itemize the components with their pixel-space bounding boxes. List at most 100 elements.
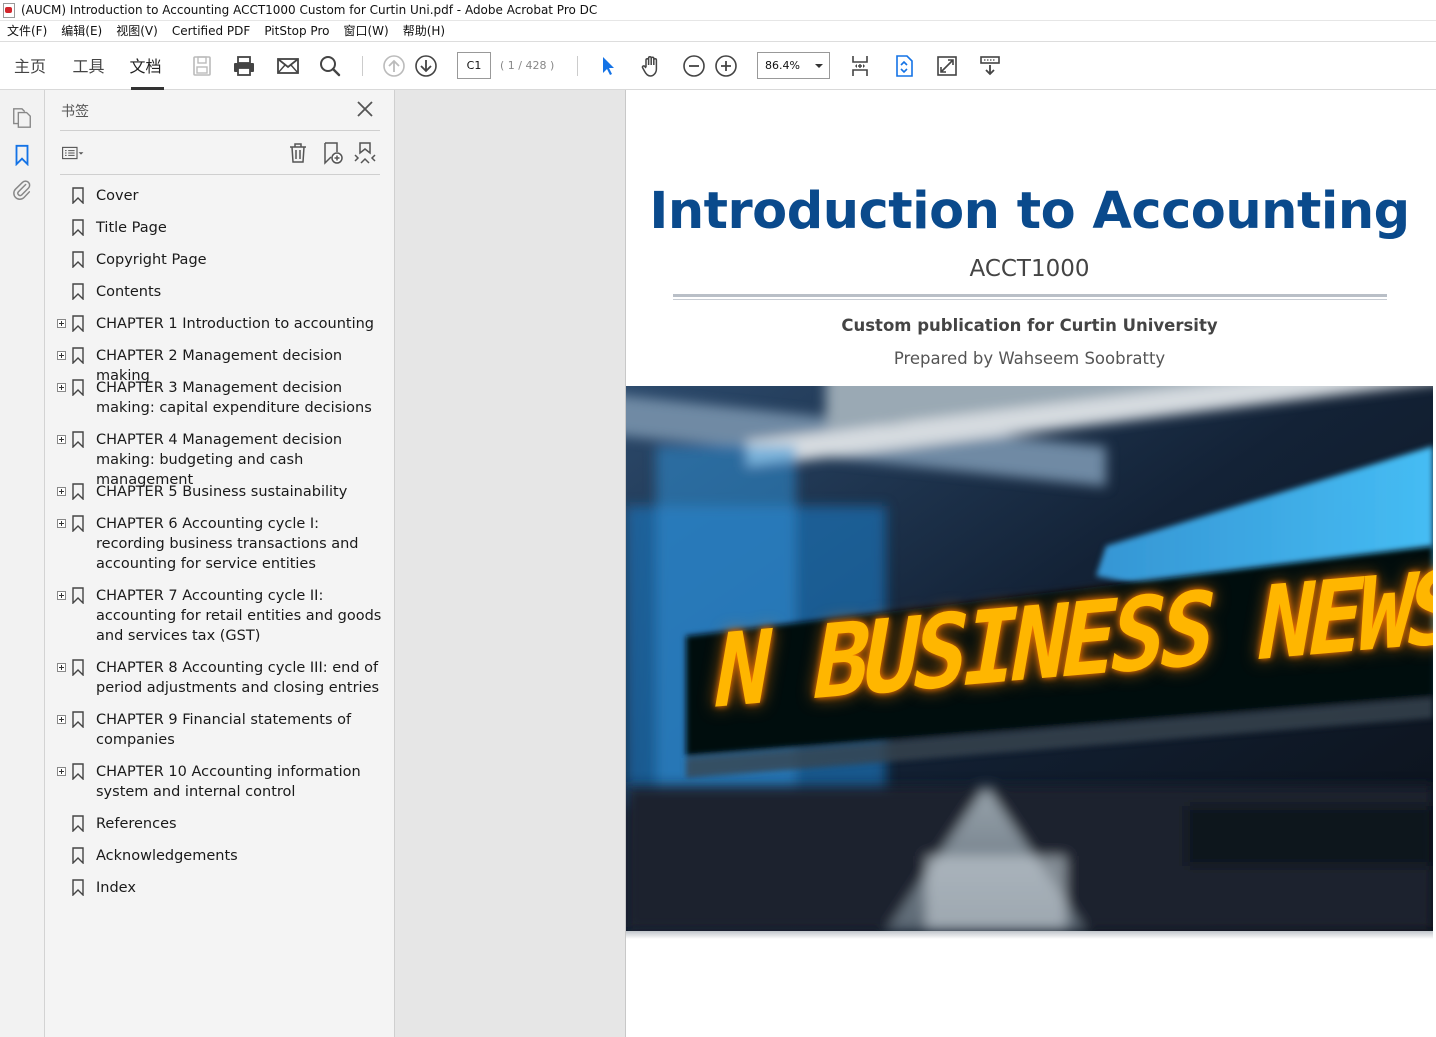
bookmark-icon (72, 587, 84, 604)
fit-page-icon[interactable] (891, 53, 917, 79)
panel-title: 书签 (61, 104, 89, 120)
hand-tool-icon[interactable] (638, 53, 664, 79)
bookmark-icon (72, 283, 84, 300)
next-page-icon[interactable] (413, 53, 439, 79)
expand-plus-icon[interactable] (57, 519, 66, 528)
bookmark-label: Cover (96, 188, 139, 204)
bookmarks-panel: 书签 Cover Title Page Copyright Page Contents… (45, 90, 395, 1037)
close-icon[interactable] (356, 100, 374, 118)
bookmark-label: Copyright Page (96, 252, 207, 268)
menu-help[interactable]: 帮助(H) (396, 21, 452, 41)
full-screen-icon[interactable] (934, 53, 960, 79)
toolbar-separator (577, 56, 578, 76)
page-number-input[interactable]: C1 (457, 52, 491, 79)
window-title: (AUCM) Introduction to Accounting ACCT10… (21, 3, 598, 17)
email-icon[interactable] (275, 53, 301, 79)
bookmark-label: CHAPTER 6 Accounting cycle I: recording … (96, 516, 359, 572)
tab-document[interactable]: 文档 (117, 43, 174, 90)
bookmark-icon (72, 431, 84, 448)
expand-plus-icon[interactable] (57, 591, 66, 600)
chevron-down-icon (815, 64, 823, 68)
publication-subtitle: Custom publication for Curtin University (841, 316, 1218, 335)
bookmark-label: Contents (96, 284, 162, 300)
bookmark-icon (72, 379, 84, 396)
print-icon[interactable] (231, 53, 257, 79)
expand-plus-icon[interactable] (57, 487, 66, 496)
menu-pitstop-pro[interactable]: PitStop Pro (257, 21, 336, 41)
select-cursor-icon[interactable] (595, 53, 621, 79)
bookmark-label: CHAPTER 10 Accounting information system… (96, 764, 361, 800)
menu-edit[interactable]: 编辑(E) (54, 21, 109, 41)
zoom-value: 86.4% (765, 59, 800, 72)
expand-plus-icon[interactable] (57, 351, 66, 360)
document-title: Introduction to Accounting (649, 182, 1410, 241)
menu-bar: 文件(F) 编辑(E) 视图(V) Certified PDF PitStop … (0, 21, 1436, 42)
menu-certified-pdf[interactable]: Certified PDF (165, 21, 258, 41)
bookmark-icon (72, 219, 84, 236)
title-bar: (AUCM) Introduction to Accounting ACCT10… (0, 0, 1436, 21)
bookmark-icon (72, 711, 84, 728)
page-count: ( 1 / 428 ) (500, 59, 555, 72)
title-rule (673, 294, 1387, 297)
bookmark-label: Index (96, 880, 136, 896)
prepared-by: Prepared by Wahseem Soobratty (893, 349, 1166, 368)
bookmark-label: Title Page (96, 220, 167, 236)
search-icon[interactable] (317, 53, 343, 79)
document-area[interactable]: Introduction to Accounting ACCT1000 Cust… (395, 90, 1436, 1037)
navigation-rail (0, 90, 45, 1037)
menu-window[interactable]: 窗口(W) (336, 21, 395, 41)
options-menu-icon[interactable] (61, 141, 85, 165)
bookmark-label: CHAPTER 3 Management decision making: ca… (96, 380, 372, 416)
bookmark-icon (72, 815, 84, 832)
bookmark-icon (72, 659, 84, 676)
course-code: ACCT1000 (969, 256, 1090, 282)
bookmark-icon[interactable] (10, 143, 34, 167)
menu-view[interactable]: 视图(V) (109, 21, 165, 41)
cover-shadow (626, 931, 1433, 939)
panel-divider (60, 130, 380, 131)
more-tools-icon[interactable] (977, 53, 1003, 79)
bookmark-label: CHAPTER 1 Introduction to accounting (96, 316, 374, 332)
bookmark-label: Acknowledgements (96, 848, 238, 864)
bookmark-label: CHAPTER 7 Accounting cycle II: accountin… (96, 588, 382, 644)
zoom-level-select[interactable]: 86.4% (757, 52, 830, 79)
tab-tools[interactable]: 工具 (60, 43, 117, 90)
zoom-out-icon[interactable] (681, 53, 707, 79)
bookmark-icon (72, 483, 84, 500)
delete-bookmark-icon[interactable] (286, 141, 310, 165)
new-bookmark-icon[interactable] (320, 141, 344, 165)
page-thumbnails-icon[interactable] (10, 106, 34, 130)
bookmark-label: CHAPTER 4 Management decision making: bu… (96, 432, 343, 488)
previous-page-icon[interactable] (381, 53, 407, 79)
title-rule (673, 299, 1387, 300)
expand-plus-icon[interactable] (57, 715, 66, 724)
save-icon[interactable] (189, 53, 215, 79)
bookmark-icon (72, 879, 84, 896)
bookmark-label: CHAPTER 8 Accounting cycle III: end of p… (96, 660, 380, 696)
expand-plus-icon[interactable] (57, 383, 66, 392)
expand-bookmark-icon[interactable] (353, 141, 377, 165)
attachment-icon[interactable] (10, 178, 34, 202)
scrolling-mode-icon[interactable] (847, 53, 873, 79)
bookmark-icon (72, 315, 84, 332)
menu-file[interactable]: 文件(F) (0, 21, 54, 41)
expand-plus-icon[interactable] (57, 767, 66, 776)
pdf-page[interactable]: Introduction to Accounting ACCT1000 Cust… (625, 90, 1436, 1037)
cover-photo: N BUSINESS NEWS (626, 386, 1433, 931)
bookmark-label: CHAPTER 5 Business sustainability (96, 484, 348, 500)
bookmark-icon (72, 187, 84, 204)
toolbar-separator (362, 56, 363, 76)
bookmark-icon (72, 347, 84, 364)
zoom-in-icon[interactable] (713, 53, 739, 79)
bookmark-icon (72, 763, 84, 780)
bookmark-label: CHAPTER 9 Financial statements of compan… (96, 712, 352, 748)
bookmark-icon (72, 251, 84, 268)
expand-plus-icon[interactable] (57, 319, 66, 328)
tab-home[interactable]: 主页 (0, 43, 60, 90)
bookmark-label: References (96, 816, 177, 832)
bookmark-icon (72, 515, 84, 532)
panel-divider (60, 174, 380, 175)
bookmark-icon (72, 847, 84, 864)
expand-plus-icon[interactable] (57, 663, 66, 672)
expand-plus-icon[interactable] (57, 435, 66, 444)
